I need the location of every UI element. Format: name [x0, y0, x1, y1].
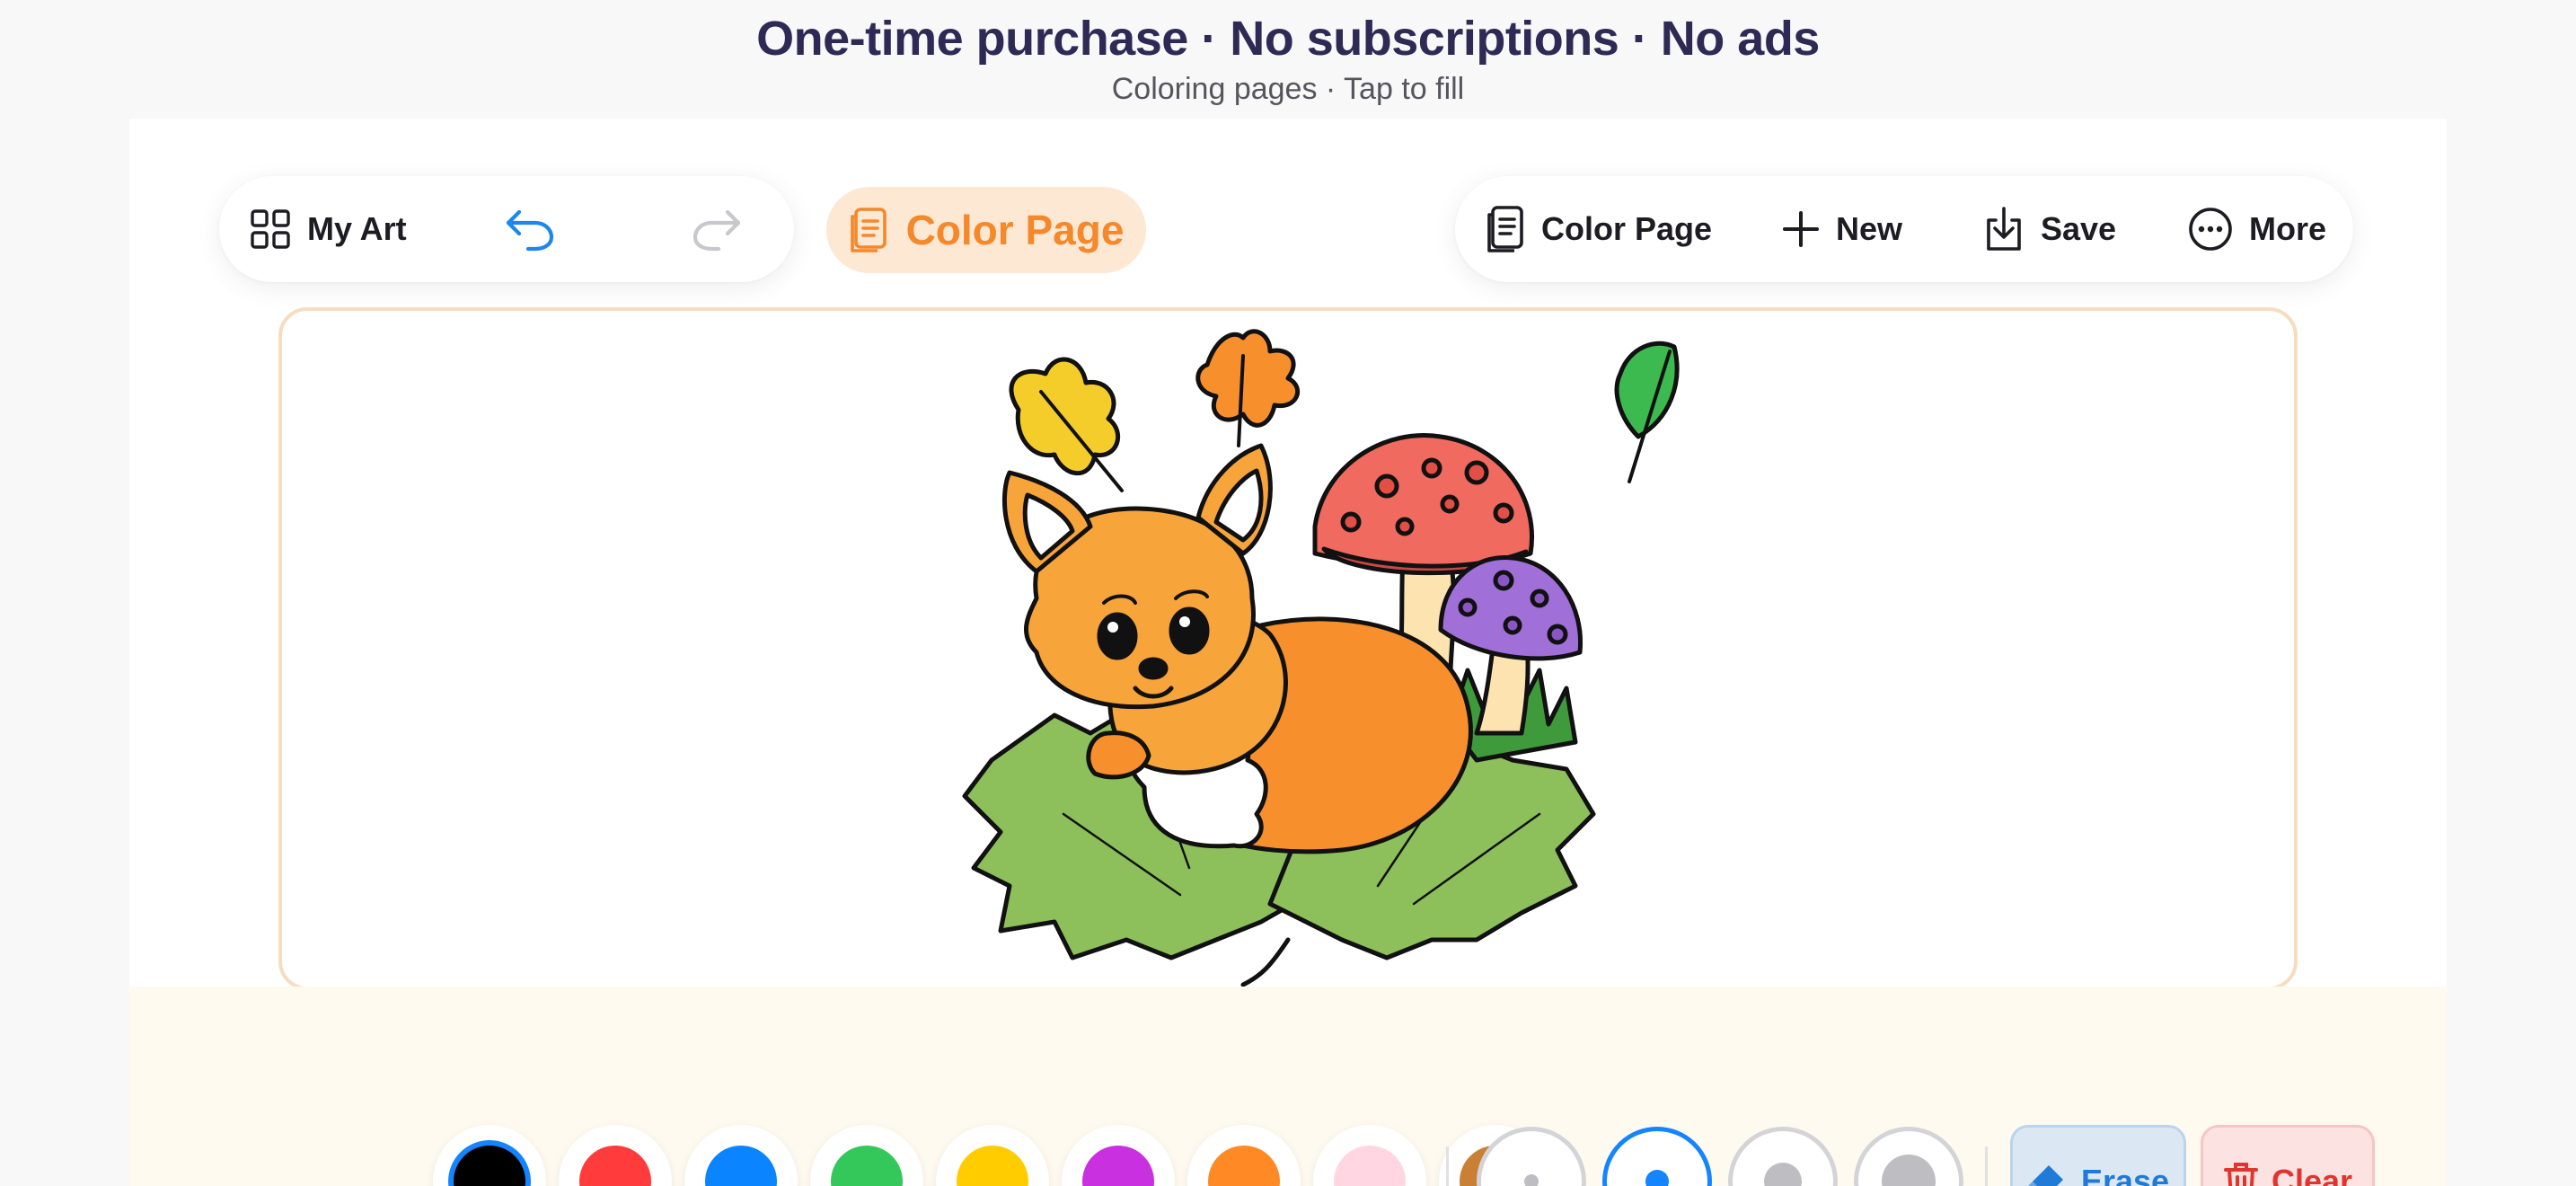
palette-bar: Erase Clear	[129, 987, 2447, 1186]
color-swatch-yellow[interactable]	[936, 1125, 1049, 1186]
red-mushroom-cap	[1312, 433, 1534, 570]
color-swatch-fill	[831, 1146, 903, 1186]
banner-title: One-time purchase · No subscriptions · N…	[756, 12, 1820, 66]
color-swatch-fill	[1082, 1146, 1154, 1186]
brush-size-extra-large[interactable]	[1854, 1127, 1963, 1186]
color-page-button[interactable]: Color Page	[1486, 176, 1712, 282]
center-badge-label: Color Page	[905, 207, 1125, 253]
color-swatch-red[interactable]	[559, 1125, 672, 1186]
brush-size-dot	[1524, 1174, 1539, 1186]
plus-icon	[1783, 211, 1819, 247]
left-toolbar: My Art	[219, 176, 794, 282]
new-button[interactable]: New	[1782, 176, 1902, 282]
brush-size-large[interactable]	[1728, 1127, 1838, 1186]
color-swatch-green[interactable]	[810, 1125, 923, 1186]
download-icon	[1987, 207, 2021, 251]
more-label: More	[2249, 210, 2327, 247]
save-button[interactable]: Save	[1983, 176, 2116, 282]
my-art-label: My Art	[307, 210, 407, 247]
color-swatch-pink[interactable]	[1313, 1125, 1426, 1186]
banner-subtitle: Coloring pages · Tap to fill	[1111, 72, 1465, 106]
color-swatch-purple[interactable]	[1062, 1125, 1175, 1186]
new-label: New	[1836, 210, 1903, 247]
divider	[1446, 1146, 1449, 1186]
more-icon	[2189, 208, 2232, 251]
promo-banner: One-time purchase · No subscriptions · N…	[0, 0, 2576, 117]
color-swatch-black[interactable]	[433, 1125, 546, 1186]
save-label: Save	[2041, 210, 2117, 247]
trash-icon	[2223, 1163, 2258, 1186]
brush-size-dot	[1764, 1163, 1802, 1186]
undo-button[interactable]	[505, 176, 555, 282]
color-swatch-fill	[1334, 1146, 1406, 1186]
my-art-button[interactable]: My Art	[250, 176, 407, 282]
app-window: My Art Color Page Color Page New Save Mo…	[129, 119, 2447, 1186]
grid-icon	[251, 209, 290, 249]
clear-button[interactable]: Clear	[2201, 1125, 2375, 1186]
color-swatch-fill	[1208, 1146, 1280, 1186]
document-icon	[850, 208, 887, 252]
erase-label: Erase	[2080, 1163, 2170, 1186]
color-swatch-fill	[448, 1140, 531, 1186]
orange-leaf	[1195, 329, 1301, 428]
brush-size-dot	[1645, 1170, 1669, 1186]
color-swatch-fill	[705, 1146, 777, 1186]
drawing-canvas[interactable]	[278, 307, 2298, 990]
color-page-label: Color Page	[1541, 210, 1713, 247]
redo-icon	[693, 209, 741, 252]
yellow-leaf	[1009, 357, 1121, 476]
color-swatch-fill	[957, 1146, 1028, 1186]
redo-button[interactable]	[692, 176, 742, 282]
brush-size-dot	[1882, 1155, 1936, 1186]
coloring-page-illustration[interactable]	[282, 311, 2298, 990]
color-swatch-orange[interactable]	[1187, 1125, 1301, 1186]
divider	[1985, 1146, 1988, 1186]
right-toolbar: Color Page New Save More	[1455, 176, 2353, 282]
fox-paw	[1086, 730, 1151, 780]
more-button[interactable]: More	[2188, 176, 2326, 282]
color-swatch-blue[interactable]	[684, 1125, 798, 1186]
eraser-icon	[2027, 1165, 2063, 1186]
color-page-mode-badge: Color Page	[826, 187, 1146, 273]
brush-size-medium[interactable]	[1602, 1127, 1712, 1186]
erase-button[interactable]: Erase	[2010, 1125, 2186, 1186]
document-icon	[1487, 206, 1523, 252]
clear-label: Clear	[2271, 1163, 2353, 1186]
color-swatch-fill	[579, 1146, 651, 1186]
undo-icon	[506, 209, 554, 252]
